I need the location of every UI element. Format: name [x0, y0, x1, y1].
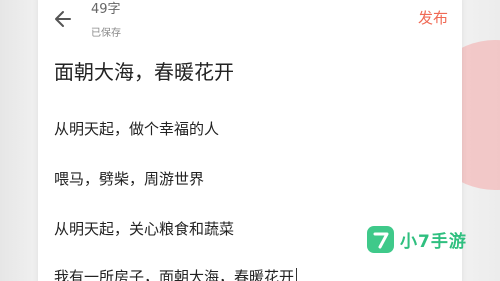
back-button[interactable]	[50, 6, 76, 32]
text-line-editing[interactable]: 我有一所房子，面朝大海，春暖花开	[54, 266, 298, 281]
seven-logo-icon	[367, 226, 394, 253]
save-status: 已保存	[91, 28, 121, 39]
text-line-content: 我有一所房子，面朝大海，春暖花开	[54, 268, 295, 281]
text-line[interactable]: 喂马，劈柴，周游世界	[54, 168, 204, 189]
text-line[interactable]: 从明天起，做个幸福的人	[54, 118, 219, 139]
seven-glyph	[373, 232, 388, 248]
watermark-logo: 小7手游	[367, 226, 467, 253]
word-count: 49字	[91, 2, 121, 17]
watermark-text: 小7手游	[400, 232, 467, 252]
text-cursor	[296, 268, 298, 281]
screen: 49字 已保存 发布 面朝大海，春暖花开 从明天起，做个幸福的人 喂马，劈柴，周…	[0, 0, 500, 281]
top-bar: 49字 已保存 发布	[38, 0, 462, 40]
publish-button[interactable]: 发布	[418, 7, 448, 28]
document-title[interactable]: 面朝大海，春暖花开	[54, 56, 234, 85]
text-line[interactable]: 从明天起，关心粮食和蔬菜	[54, 218, 234, 239]
arrow-left-icon	[55, 11, 71, 27]
